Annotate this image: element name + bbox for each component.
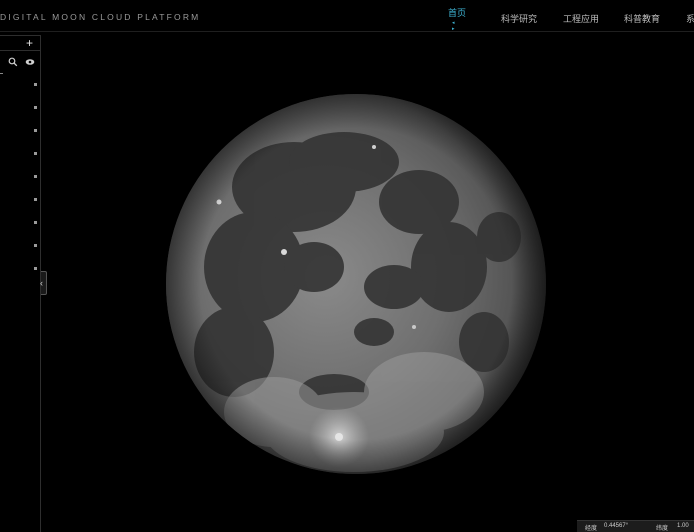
layer-list-item[interactable] [34, 152, 37, 155]
nav-item-system[interactable]: 系 [686, 12, 694, 25]
coordinate-status-bar: 经度 0.44567° 纬度 1.00 [577, 520, 694, 532]
eye-icon[interactable] [25, 57, 35, 67]
latitude-value: 1.00 [677, 523, 689, 529]
moon-globe[interactable] [164, 92, 548, 476]
sidebar-collapse-button[interactable]: ‹ [40, 271, 47, 295]
nav-active-marker: ◂ ▸ [452, 20, 457, 32]
chevron-left-icon: ‹ [40, 278, 43, 288]
layer-list-item[interactable] [34, 221, 37, 224]
plus-icon[interactable]: + [26, 35, 33, 51]
layer-list-item[interactable] [34, 244, 37, 247]
layer-list-item[interactable] [34, 267, 37, 270]
nav-item-education[interactable]: 科普教育 [624, 12, 660, 25]
nav-item-research[interactable]: 科学研究 [501, 12, 537, 25]
longitude-value: 0.44567° [604, 523, 629, 529]
layer-list-item[interactable] [34, 129, 37, 132]
platform-title: DIGITAL MOON CLOUD PLATFORM [0, 12, 201, 22]
sidebar-divider [0, 73, 3, 74]
search-icon[interactable] [8, 57, 18, 67]
layer-list-item[interactable] [34, 175, 37, 178]
nav-item-engineering[interactable]: 工程应用 [563, 12, 599, 25]
moon-globe-viewer[interactable] [164, 92, 548, 476]
nav-item-home[interactable]: 首页 [448, 6, 466, 19]
top-header: DIGITAL MOON CLOUD PLATFORM 首页 ◂ ▸ 科学研究 … [0, 0, 694, 32]
latitude-label: 纬度 [656, 526, 669, 532]
sidebar-tools [0, 57, 40, 71]
sidebar-toolbar: + [0, 35, 40, 51]
layer-sidebar: + [0, 35, 41, 532]
layer-list-item[interactable] [34, 198, 37, 201]
layer-list-item[interactable] [34, 83, 37, 86]
layer-list-item[interactable] [34, 106, 37, 109]
longitude-label: 经度 [585, 526, 598, 532]
